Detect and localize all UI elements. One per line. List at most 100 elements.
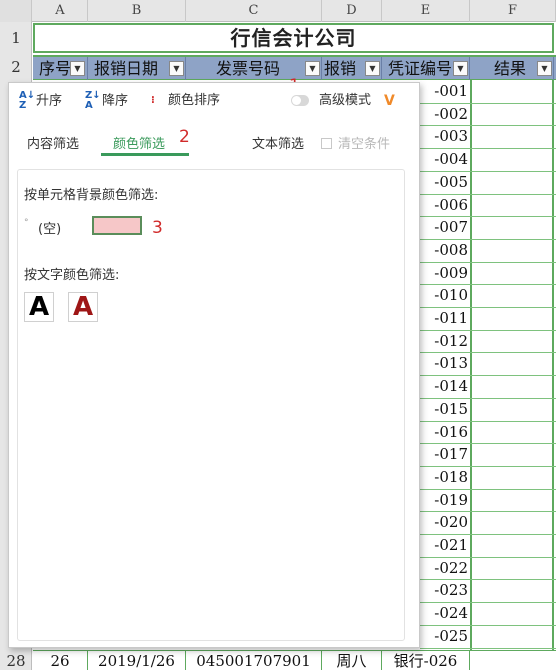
active-tab-indicator — [101, 153, 189, 156]
voucher-cell[interactable]: -018 — [420, 468, 472, 486]
filter-dropdown-result[interactable]: ▼ — [537, 61, 552, 76]
row-gridline — [420, 443, 556, 445]
filter-dropdown-voucher[interactable]: ▼ — [453, 61, 468, 76]
row-gridline — [420, 284, 556, 286]
row-gridline — [420, 238, 556, 240]
voucher-cell[interactable]: -014 — [420, 377, 472, 395]
voucher-cell[interactable]: -003 — [420, 127, 472, 145]
advanced-mode-icon[interactable]: V — [384, 91, 395, 111]
voucher-cell[interactable]: -006 — [420, 196, 472, 214]
header-label-voucher: 凭证编号 — [388, 59, 453, 78]
column-header-e[interactable]: E — [382, 0, 470, 22]
color-sort-button[interactable]: ⁝ 颜色排序 — [151, 91, 220, 111]
header-label-person: 报销 — [324, 59, 357, 78]
cell-invoice[interactable]: 045001707901 — [186, 651, 322, 670]
cell-date[interactable]: 2019/1/26 — [88, 651, 186, 670]
bg-color-swatch-pink[interactable] — [92, 216, 142, 235]
header-cell-invoice[interactable]: 发票号码 — [186, 57, 322, 80]
row-gridline — [420, 352, 556, 354]
row-header-2[interactable]: 2 — [0, 58, 32, 76]
select-all-corner[interactable] — [0, 0, 32, 22]
voucher-cell[interactable]: -010 — [420, 286, 472, 304]
voucher-cell[interactable]: -016 — [420, 423, 472, 441]
table-row: 26 2019/1/26 045001707901 周八 银行-026 — [33, 650, 556, 670]
voucher-cell[interactable]: -008 — [420, 241, 472, 259]
voucher-cell[interactable]: -023 — [420, 581, 472, 599]
voucher-cell[interactable]: -013 — [420, 354, 472, 372]
column-header-bar: A B C D E F — [0, 0, 556, 22]
cell-voucher[interactable]: 银行-026 — [382, 651, 470, 670]
font-color-red-option[interactable]: A — [68, 292, 98, 322]
voucher-cell[interactable]: -020 — [420, 513, 472, 531]
color-filter-content: 按单元格背景颜色筛选: ° (空) 3 按文字颜色筛选: A A — [17, 169, 405, 641]
voucher-cell[interactable]: -009 — [420, 264, 472, 282]
voucher-cell[interactable]: -001 — [420, 82, 472, 100]
title-cell[interactable]: 行信会计公司 — [33, 23, 554, 53]
sort-descending-label: 降序 — [102, 93, 129, 109]
row-gridline — [420, 148, 556, 150]
color-sort-label: 颜色排序 — [168, 93, 221, 108]
voucher-cell[interactable]: -007 — [420, 218, 472, 236]
column-header-c[interactable]: C — [186, 0, 322, 22]
filter-dropdown-seq[interactable]: ▼ — [70, 61, 85, 76]
filter-dropdown-invoice[interactable]: ▼ — [305, 61, 320, 76]
row-gridline — [420, 511, 556, 513]
row-gridline — [420, 465, 556, 467]
voucher-cell[interactable]: -011 — [420, 309, 472, 327]
empty-option-marker: ° — [24, 218, 29, 228]
cell-person[interactable]: 周八 — [322, 651, 382, 670]
voucher-cell[interactable]: -019 — [420, 491, 472, 509]
bg-color-section-label: 按单元格背景颜色筛选: — [24, 188, 159, 203]
color-sort-icon: ⁝ — [151, 94, 155, 106]
column-header-b[interactable]: B — [88, 0, 186, 22]
voucher-cell[interactable]: -022 — [420, 559, 472, 577]
row-gridline — [420, 216, 556, 218]
filter-dropdown-person[interactable]: ▼ — [365, 61, 380, 76]
voucher-cell[interactable]: -012 — [420, 332, 472, 350]
row-gridline — [420, 125, 556, 127]
clear-conditions-checkbox — [321, 138, 332, 149]
column-header-a[interactable]: A — [33, 0, 88, 22]
voucher-cell[interactable]: -024 — [420, 604, 472, 622]
font-color-black-option[interactable]: A — [24, 292, 54, 322]
cell-result[interactable] — [470, 651, 556, 670]
voucher-cell[interactable]: -002 — [420, 105, 472, 123]
voucher-cell[interactable]: -021 — [420, 536, 472, 554]
clear-conditions-button[interactable]: 清空条件 — [321, 133, 390, 152]
header-label-seq: 序号 — [39, 59, 72, 78]
row-gridline — [420, 534, 556, 535]
voucher-cell[interactable]: -017 — [420, 445, 472, 463]
filter-tabs: 内容筛选 颜色筛选 2 文本筛选 清空条件 — [9, 127, 419, 157]
sort-descending-icon: Z↓ A — [85, 90, 101, 111]
row-gridline — [420, 170, 556, 172]
row-gridline — [420, 397, 556, 399]
row-gridline — [420, 420, 556, 422]
tab-color-filter[interactable]: 颜色筛选 — [113, 133, 165, 152]
result-column — [470, 80, 554, 650]
tab-text-filter[interactable]: 文本筛选 — [252, 133, 304, 152]
filter-dropdown-date[interactable]: ▼ — [169, 61, 184, 76]
annotation-3: 3 — [152, 218, 163, 238]
header-label-invoice: 发票号码 — [216, 59, 281, 78]
voucher-cell[interactable]: -005 — [420, 173, 472, 191]
voucher-cell[interactable]: -025 — [420, 627, 472, 645]
empty-option[interactable]: (空) — [38, 218, 61, 237]
row-gridline — [420, 579, 556, 581]
sort-ascending-button[interactable]: A↓ Z 升序 — [19, 91, 62, 111]
cell-seq[interactable]: 26 — [33, 651, 88, 670]
row-gridline — [420, 102, 556, 104]
column-header-f[interactable]: F — [470, 0, 556, 22]
row-gridline — [420, 329, 556, 331]
voucher-cell[interactable]: -015 — [420, 400, 472, 418]
row-gridline — [420, 624, 556, 626]
row-header-28[interactable]: 28 — [0, 652, 32, 670]
filter-toolbar: A↓ Z 升序 Z↓ A 降序 ⁝ 颜色排序 高级模式 V — [9, 83, 419, 117]
column-header-d[interactable]: D — [322, 0, 382, 22]
voucher-cell[interactable]: -004 — [420, 150, 472, 168]
sort-descending-button[interactable]: Z↓ A 降序 — [85, 91, 128, 111]
tab-content-filter[interactable]: 内容筛选 — [27, 133, 79, 152]
row-header-1[interactable]: 1 — [0, 29, 32, 47]
row-gridline — [420, 375, 556, 377]
advanced-mode-toggle[interactable] — [291, 95, 309, 106]
header-label-date: 报销日期 — [94, 59, 159, 78]
